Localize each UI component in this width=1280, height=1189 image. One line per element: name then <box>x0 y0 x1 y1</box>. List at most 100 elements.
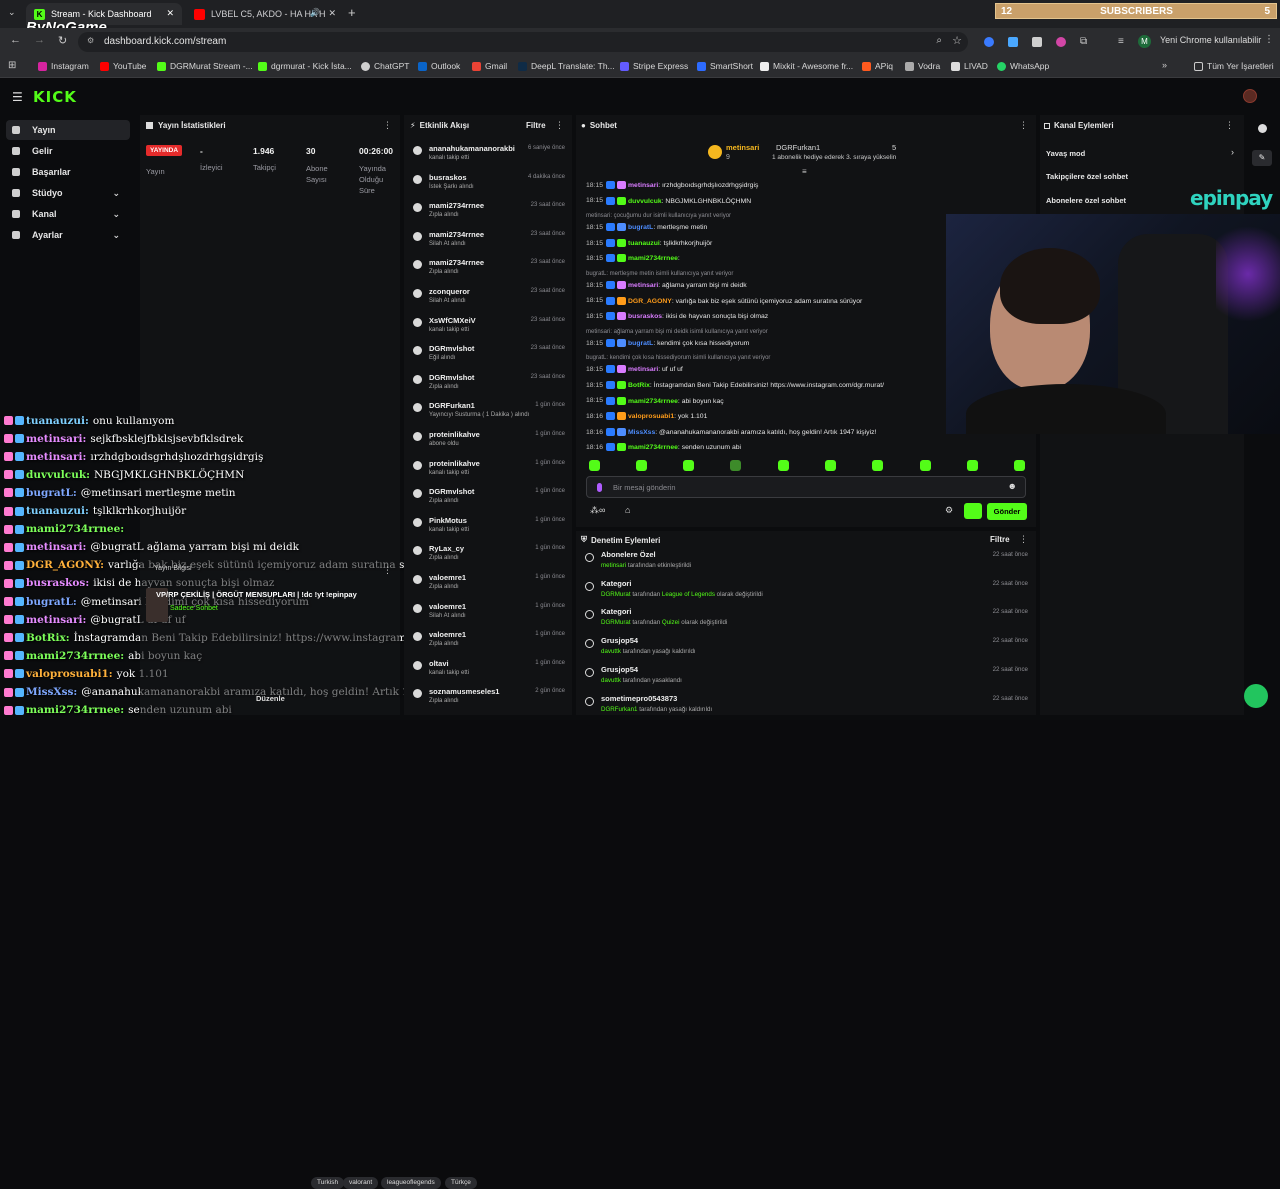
chat-username[interactable]: mami2734rrnee <box>628 444 678 451</box>
activity-username[interactable]: mami2734rrnee <box>429 258 484 267</box>
chat-username[interactable]: valoprosuabi1 <box>628 413 674 420</box>
emote-icon[interactable] <box>683 460 694 471</box>
activity-username[interactable]: zconqueror <box>429 287 470 296</box>
bot-icon[interactable] <box>964 503 982 519</box>
more-bookmarks-icon[interactable]: » <box>1162 60 1167 70</box>
activity-username[interactable]: oltavi <box>429 659 449 668</box>
bookmark-whatsapp[interactable]: WhatsApp <box>997 61 1049 71</box>
chat-settings-icon[interactable]: ⚙ <box>945 505 953 516</box>
sidebar-item-gelir[interactable]: Gelir <box>6 141 130 161</box>
emote-icon[interactable] <box>920 460 931 471</box>
moderator-name[interactable]: davuttk <box>601 648 621 655</box>
chat-username[interactable]: DGR_AGONY <box>628 297 672 304</box>
activity-username[interactable]: busraskos <box>429 173 467 182</box>
sidebar-item-kanal[interactable]: Kanal ⌄ <box>6 204 130 224</box>
chat-username[interactable]: mami2734rrnee <box>628 255 678 262</box>
site-info-icon[interactable]: ⚙ <box>87 36 94 45</box>
sidebar-item-basarilar[interactable]: Başarılar <box>6 162 130 182</box>
tab-audio-icon[interactable]: 🔊 <box>310 8 320 17</box>
activity-username[interactable]: valoemre1 <box>429 573 466 582</box>
activity-username[interactable]: DGRmvlshot <box>429 344 474 353</box>
bookmark-stripe[interactable]: Stripe Express <box>620 61 688 71</box>
bookmark-deepl[interactable]: DeepL Translate: Th... <box>518 61 615 71</box>
gift-icon[interactable]: ⌂ <box>625 505 630 515</box>
emote-icon[interactable] <box>589 460 600 471</box>
kick-logo[interactable]: KICK <box>33 88 77 106</box>
extension-icon[interactable] <box>1008 37 1018 47</box>
panel-menu-icon[interactable]: ⋮ <box>383 565 392 576</box>
collapse-icon[interactable]: ≡ <box>802 167 807 176</box>
moderation-filter-button[interactable]: Filtre <box>990 535 1010 544</box>
bookmark-dgrmurat-stream[interactable]: DGRMurat Stream -... <box>157 61 253 71</box>
apps-icon[interactable]: ⊞ <box>8 60 16 71</box>
moderator-name[interactable]: DGRFurkan1 <box>601 706 637 713</box>
info-icon[interactable] <box>1258 124 1267 133</box>
moderator-name[interactable]: metinsari <box>601 562 626 569</box>
moderator-name[interactable]: DGRMurat <box>601 619 631 626</box>
panel-menu-icon[interactable]: ⋮ <box>1019 534 1028 545</box>
bookmark-livad[interactable]: LIVAD <box>951 61 988 71</box>
puzzle-icon[interactable]: ⧉ <box>1080 36 1087 47</box>
emote-icon[interactable] <box>967 460 978 471</box>
bookmark-apiq[interactable]: APiq <box>862 61 893 71</box>
new-tab-button[interactable]: + <box>348 5 356 20</box>
edit-stream-button[interactable]: Düzenle <box>256 694 285 703</box>
activity-username[interactable]: proteinlikahve <box>429 430 480 439</box>
action-slow-mode[interactable]: Yavaş mod <box>1046 149 1085 158</box>
chat-tools-icon[interactable]: ⁂∞ <box>590 505 605 516</box>
sidebar-item-yayin[interactable]: Yayın <box>6 120 130 140</box>
activity-username[interactable]: DGRFurkan1 <box>429 401 475 410</box>
chat-username[interactable]: duvvulcuk <box>628 197 662 204</box>
back-icon[interactable]: ← <box>10 34 21 46</box>
chat-username[interactable]: MissXss <box>628 429 655 436</box>
bookmark-instagram[interactable]: Instagram <box>38 61 89 71</box>
chat-username[interactable]: metinsari <box>628 366 658 373</box>
moderator-name[interactable]: DGRMurat <box>601 591 631 598</box>
mic-icon[interactable] <box>597 483 602 492</box>
panel-menu-icon[interactable]: ⋮ <box>383 120 392 131</box>
action-subscribers-only[interactable]: Abonelere özel sohbet <box>1046 196 1126 205</box>
all-bookmarks-folder[interactable]: Tüm Yer İşaretleri <box>1194 61 1274 71</box>
sidebar-item-ayarlar[interactable]: Ayarlar ⌄ <box>6 225 130 245</box>
support-chat-icon[interactable] <box>1244 684 1268 708</box>
chat-username[interactable]: metinsari <box>628 282 658 289</box>
sidebar-item-studyo[interactable]: Stüdyo ⌄ <box>6 183 130 203</box>
chrome-menu-icon[interactable]: ⋮ <box>1264 34 1274 45</box>
activity-filter-button[interactable]: Filtre <box>526 121 546 130</box>
panel-menu-icon[interactable]: ⋮ <box>1225 120 1234 131</box>
action-followers-only[interactable]: Takipçilere özel sohbet <box>1046 172 1128 181</box>
chat-username[interactable]: metinsari <box>628 182 658 189</box>
tab-youtube[interactable]: LVBEL C5, AKDO - HA HA H 🔊 ✕ <box>186 3 342 25</box>
emote-icon[interactable] <box>778 460 789 471</box>
activity-username[interactable]: DGRmvlshot <box>429 487 474 496</box>
panel-menu-icon[interactable]: ⋮ <box>1019 120 1028 131</box>
activity-username[interactable]: proteinlikahve <box>429 459 480 468</box>
emote-icon[interactable] <box>730 460 741 471</box>
emote-icon[interactable] <box>1014 460 1025 471</box>
emote-icon[interactable] <box>872 460 883 471</box>
reload-icon[interactable]: ↻ <box>58 34 67 47</box>
avatar[interactable]: M <box>1138 35 1151 48</box>
chevron-right-icon[interactable]: › <box>1231 147 1234 157</box>
tab-close-icon[interactable]: ✕ <box>328 8 336 19</box>
zoom-icon[interactable]: ⌕ <box>936 35 942 46</box>
activity-username[interactable]: XsWfCMXeiV <box>429 316 476 325</box>
header-avatar[interactable] <box>1243 89 1257 103</box>
activity-username[interactable]: PinkMotus <box>429 516 467 525</box>
chat-username[interactable]: busraskos <box>628 313 662 320</box>
activity-username[interactable]: DGRmvlshot <box>429 373 474 382</box>
panel-menu-icon[interactable]: ⋮ <box>555 120 564 131</box>
send-button[interactable]: Gönder <box>987 503 1027 520</box>
chat-username[interactable]: BotRix <box>628 382 650 389</box>
bookmark-youtube[interactable]: YouTube <box>100 61 146 71</box>
tab-close-icon[interactable]: ✕ <box>166 8 174 19</box>
extension-icon[interactable] <box>984 37 994 47</box>
chat-username[interactable]: bugratL <box>628 340 653 347</box>
forward-icon[interactable]: → <box>34 34 45 46</box>
tab-list-icon[interactable]: ⌄ <box>8 7 16 18</box>
bookmark-mixkit[interactable]: Mixkit - Awesome fr... <box>760 61 853 71</box>
extension-icon[interactable] <box>1056 37 1066 47</box>
emote-icon[interactable] <box>825 460 836 471</box>
menu-icon[interactable]: ☰ <box>12 90 23 104</box>
activity-username[interactable]: ananahukamananorakbi <box>429 144 515 153</box>
